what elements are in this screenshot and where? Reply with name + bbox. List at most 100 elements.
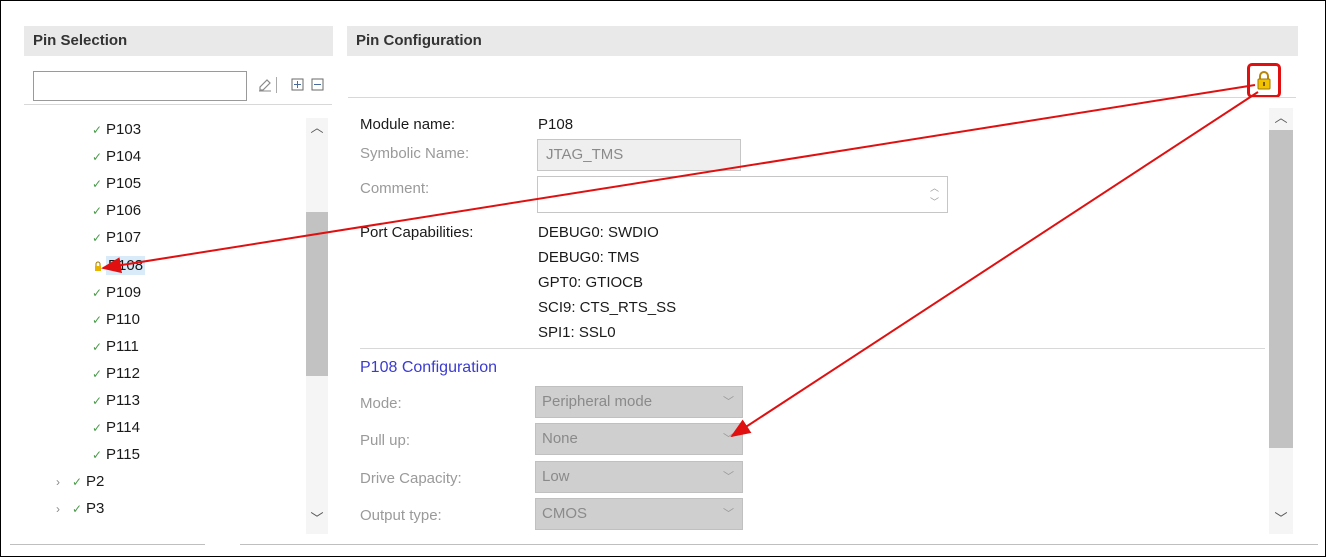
- pull-up-select[interactable]: None ﹀: [535, 423, 743, 455]
- drive-capacity-value: Low: [542, 468, 570, 485]
- tree-item-label: P115: [106, 446, 140, 463]
- tree-item-label: P103: [106, 121, 142, 138]
- left-divider: [24, 104, 332, 105]
- tree-item[interactable]: ✓ P105: [92, 171, 141, 197]
- tree-item-label: P114: [106, 419, 140, 436]
- tree-item[interactable]: ✓ P110: [92, 307, 140, 333]
- collapse-all-icon[interactable]: [310, 78, 324, 92]
- tree-item[interactable]: ✓ P114: [92, 415, 140, 441]
- tree-item-label: P113: [106, 392, 140, 409]
- check-icon: ✓: [92, 150, 103, 164]
- tree-item-label: P107: [106, 229, 142, 246]
- tree-item[interactable]: ✓ P106: [92, 198, 141, 224]
- port-capability-item: SCI9: CTS_RTS_SS: [538, 299, 677, 316]
- tree-item[interactable]: ✓ P104: [92, 144, 141, 170]
- symbolic-name-field[interactable]: JTAG_TMS: [537, 139, 741, 171]
- check-icon: ✓: [92, 231, 103, 245]
- port-capability-item: DEBUG0: SWDIO: [538, 224, 659, 241]
- lock-icon: [1257, 71, 1271, 90]
- module-name-label: Module name:: [360, 116, 456, 133]
- tree-item[interactable]: ✓ P112: [92, 361, 140, 387]
- chevron-right-icon[interactable]: ›: [56, 496, 72, 522]
- check-icon: ✓: [72, 475, 83, 489]
- toolbar-separator: [276, 77, 277, 93]
- mode-select[interactable]: Peripheral mode ﹀: [535, 386, 743, 418]
- drive-capacity-label: Drive Capacity:: [360, 470, 462, 487]
- output-type-label: Output type:: [360, 507, 442, 524]
- expand-all-icon[interactable]: [290, 78, 304, 92]
- check-icon: ✓: [92, 340, 103, 354]
- pin-configuration-header: Pin Configuration: [347, 26, 1298, 56]
- tree-item[interactable]: ✓ P115: [92, 442, 140, 468]
- pin-selection-header: Pin Selection: [24, 26, 333, 56]
- clear-filter-icon[interactable]: [258, 78, 272, 92]
- toolbar-divider: [348, 97, 1296, 98]
- tree-item-label: P105: [106, 175, 142, 192]
- tree-item-label: P104: [106, 148, 142, 165]
- port-capability-item: SPI1: SSL0: [538, 324, 616, 341]
- comment-field[interactable]: ︿ ﹀: [537, 176, 948, 213]
- config-scrollbar-thumb[interactable]: [1269, 130, 1293, 448]
- lock-button[interactable]: [1247, 63, 1281, 98]
- chevron-down-icon[interactable]: ﹀: [1274, 512, 1288, 526]
- pull-up-value: None: [542, 430, 578, 447]
- tree-item[interactable]: › ✓ P3: [56, 496, 104, 522]
- port-capabilities-label: Port Capabilities:: [360, 224, 474, 241]
- tree-item[interactable]: P108: [92, 253, 146, 279]
- tree-item[interactable]: › ✓ P2: [56, 469, 104, 495]
- chevron-down-icon: ﹀: [723, 396, 734, 408]
- check-icon: ✓: [92, 313, 103, 327]
- check-icon: ✓: [92, 123, 103, 137]
- lock-icon: [95, 261, 101, 272]
- check-icon: ✓: [92, 448, 103, 462]
- chevron-up-icon[interactable]: ︿: [310, 121, 324, 135]
- spin-up-icon[interactable]: ︿: [930, 181, 939, 194]
- check-icon: ✓: [92, 177, 103, 191]
- filter-input[interactable]: [33, 71, 247, 101]
- drive-capacity-select[interactable]: Low ﹀: [535, 461, 743, 493]
- check-icon: ✓: [72, 502, 83, 516]
- tree-item-label: P111: [106, 338, 139, 355]
- section-divider: [360, 348, 1265, 349]
- symbolic-name-label: Symbolic Name:: [360, 145, 470, 162]
- check-icon: ✓: [92, 367, 103, 381]
- section-title: P108 Configuration: [360, 359, 497, 376]
- tree-item[interactable]: ✓ P107: [92, 225, 141, 251]
- tree-item-label: P2: [86, 473, 105, 490]
- check-icon: ✓: [92, 204, 103, 218]
- left-bottom-line: [10, 544, 205, 545]
- chevron-down-icon: ﹀: [723, 508, 734, 520]
- chevron-up-icon[interactable]: ︿: [1274, 111, 1288, 125]
- tree-item[interactable]: ✓ P111: [92, 334, 139, 360]
- check-icon: ✓: [92, 421, 103, 435]
- output-type-value: CMOS: [542, 505, 587, 522]
- spin-down-icon[interactable]: ﹀: [930, 195, 939, 208]
- tree-item-label: P3: [86, 500, 105, 517]
- tree-item-label: P109: [106, 284, 142, 301]
- tree-item-label: P108: [106, 256, 146, 275]
- mode-label: Mode:: [360, 395, 402, 412]
- output-type-select[interactable]: CMOS ﹀: [535, 498, 743, 530]
- comment-label: Comment:: [360, 180, 430, 197]
- symbolic-name-value: JTAG_TMS: [546, 146, 624, 163]
- chevron-down-icon[interactable]: ﹀: [310, 512, 324, 526]
- check-icon: ✓: [92, 286, 103, 300]
- tree-item-label: P112: [106, 365, 140, 382]
- tree-item[interactable]: ✓ P113: [92, 388, 140, 414]
- chevron-right-icon[interactable]: ›: [56, 469, 72, 495]
- port-capability-item: GPT0: GTIOCB: [538, 274, 644, 291]
- right-bottom-line: [240, 544, 1318, 545]
- tree-item[interactable]: ✓ P109: [92, 280, 141, 306]
- tree-item-label: P110: [106, 311, 140, 328]
- pin-selection-title: Pin Selection: [33, 32, 128, 49]
- tree-item-label: P106: [106, 202, 142, 219]
- chevron-down-icon: ﹀: [723, 433, 734, 445]
- module-name-value: P108: [538, 116, 574, 133]
- tree-item[interactable]: ✓ P103: [92, 117, 141, 143]
- tree-scrollbar-thumb[interactable]: [306, 212, 328, 376]
- port-capability-item: DEBUG0: TMS: [538, 249, 640, 266]
- check-icon: ✓: [92, 394, 103, 408]
- chevron-down-icon: ﹀: [723, 471, 734, 483]
- mode-value: Peripheral mode: [542, 393, 653, 410]
- pull-up-label: Pull up:: [360, 432, 411, 449]
